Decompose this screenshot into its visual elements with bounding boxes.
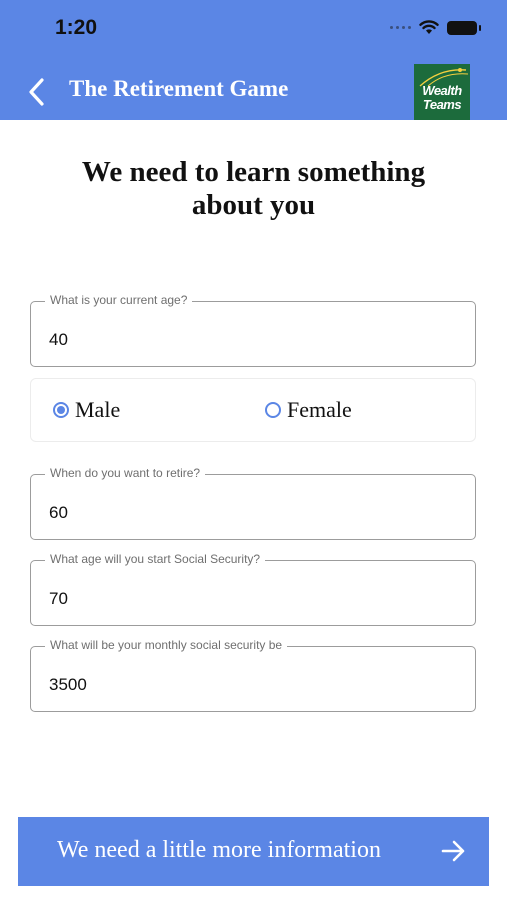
page-title: The Retirement Game xyxy=(69,76,289,101)
current-age-field[interactable]: What is your current age? 40 xyxy=(30,293,476,367)
social-security-start-age-field[interactable]: What age will you start Social Security?… xyxy=(30,552,476,626)
gender-selector: Male Female xyxy=(30,378,476,442)
field-value[interactable]: 60 xyxy=(49,503,68,523)
field-label: What is your current age? xyxy=(45,293,193,307)
field-label: What will be your monthly social securit… xyxy=(45,638,288,652)
retire-age-field[interactable]: When do you want to retire? 60 xyxy=(30,466,476,540)
field-label: What age will you start Social Security? xyxy=(45,552,266,566)
wealth-teams-logo: Wealth Teams xyxy=(414,64,470,120)
logo-text: Wealth Teams xyxy=(422,83,462,112)
radio-unselected-icon[interactable] xyxy=(265,402,281,418)
status-time: 1:20 xyxy=(55,16,98,39)
gender-option-male[interactable]: Male xyxy=(53,397,120,423)
back-button[interactable] xyxy=(24,75,52,109)
gender-option-female[interactable]: Female xyxy=(265,397,352,423)
cellular-icon xyxy=(390,26,411,29)
radio-selected-icon[interactable] xyxy=(53,402,69,418)
header-bar: 1:20 The Retirement Game Wealth Teams xyxy=(0,0,507,120)
field-value[interactable]: 70 xyxy=(49,589,68,609)
monthly-social-security-field[interactable]: What will be your monthly social securit… xyxy=(30,638,476,712)
battery-icon xyxy=(447,20,481,35)
arrow-right-icon xyxy=(441,840,465,862)
status-icons xyxy=(390,20,481,35)
continue-button-label: We need a little more information xyxy=(57,837,381,863)
field-label: When do you want to retire? xyxy=(45,466,206,480)
form-heading: We need to learn something about you xyxy=(81,156,426,221)
field-value[interactable]: 40 xyxy=(49,330,68,350)
continue-button[interactable]: We need a little more information xyxy=(18,817,489,886)
gender-option-label: Male xyxy=(75,397,121,422)
wifi-icon xyxy=(419,20,439,34)
field-value[interactable]: 3500 xyxy=(49,675,87,695)
gender-option-label: Female xyxy=(287,397,352,422)
chevron-left-icon xyxy=(29,78,44,106)
